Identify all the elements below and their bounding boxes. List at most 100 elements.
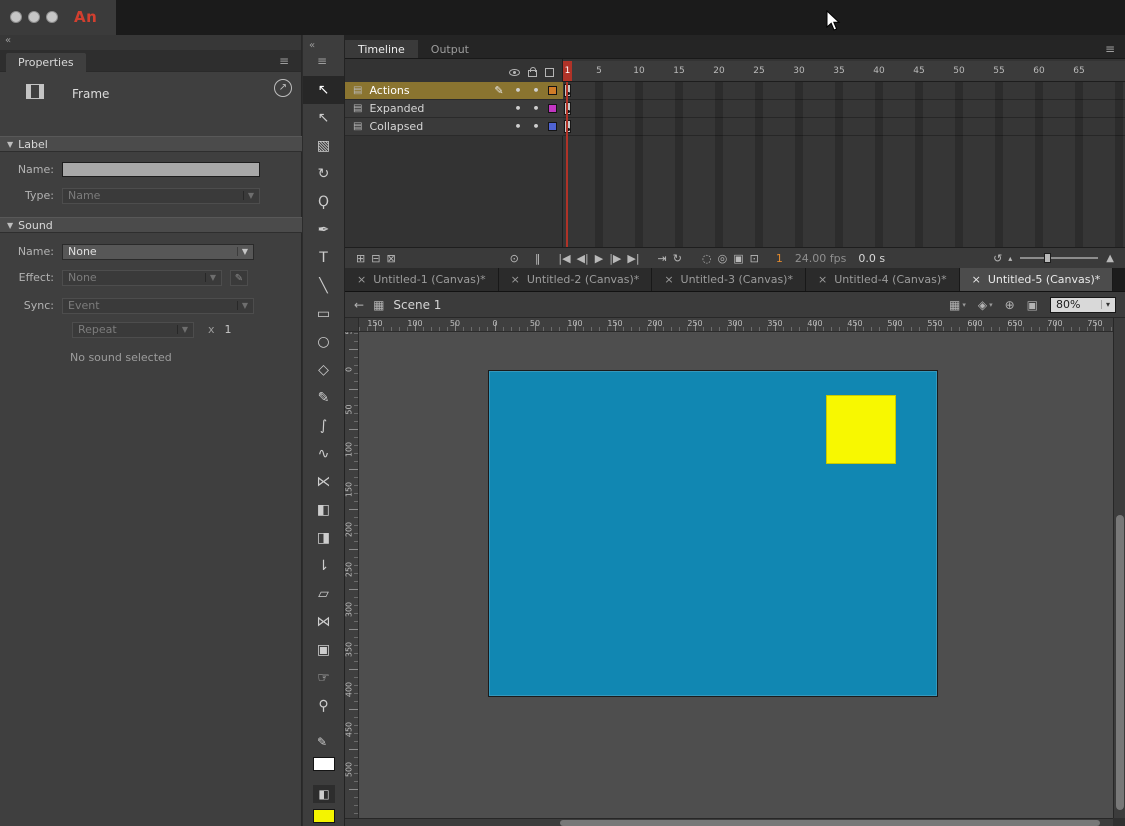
document-tab[interactable]: ×Untitled-3 (Canvas)* xyxy=(652,268,806,291)
subselection-tool[interactable]: ↖ xyxy=(303,104,344,132)
layer-visibility-dot[interactable]: • xyxy=(509,120,527,133)
paint-bucket-tool[interactable]: ◧ xyxy=(303,496,344,524)
close-icon[interactable]: × xyxy=(664,273,673,286)
free-transform-tool[interactable]: ▧ xyxy=(303,132,344,160)
new-folder-button[interactable]: ⊟ xyxy=(368,252,383,265)
text-tool[interactable]: T xyxy=(303,244,344,272)
paint-brush-tool[interactable]: ∿ xyxy=(303,440,344,468)
camera-tool[interactable]: ▣ xyxy=(303,636,344,664)
selection-tool[interactable]: ↖ xyxy=(303,76,344,104)
document-tab[interactable]: ×Untitled-5 (Canvas)* xyxy=(960,268,1114,291)
onion-skin-outlines-button[interactable]: ◎ xyxy=(715,252,731,265)
step-back-button[interactable]: ◀| xyxy=(574,252,592,265)
close-icon[interactable]: × xyxy=(818,273,827,286)
timeline-zoom-in-icon[interactable]: ▲ xyxy=(1103,253,1117,264)
horizontal-scrollbar-thumb[interactable] xyxy=(560,820,1100,826)
bone-tool[interactable]: ⋉ xyxy=(303,468,344,496)
tools-collapse-button[interactable]: « xyxy=(309,40,315,51)
go-to-last-frame-button[interactable]: ▶| xyxy=(624,252,642,265)
horizontal-scrollbar[interactable] xyxy=(345,818,1113,826)
width-tool[interactable]: ⋈ xyxy=(303,608,344,636)
go-to-first-frame-button[interactable]: |◀ xyxy=(555,252,573,265)
layer-visibility-dot[interactable]: • xyxy=(509,84,527,97)
edit-sound-envelope-button[interactable]: ✎ xyxy=(230,270,248,286)
stage[interactable] xyxy=(488,370,938,697)
sound-sync-dropdown[interactable]: Event ▼ xyxy=(62,298,254,314)
quick-action-button[interactable]: ↗ xyxy=(274,79,292,97)
play-button[interactable]: ▶ xyxy=(592,252,606,265)
layer-row-expanded[interactable]: ▤Expanded•• xyxy=(345,100,563,118)
close-icon[interactable]: × xyxy=(972,273,981,286)
layer-color-swatch[interactable] xyxy=(548,86,557,95)
close-icon[interactable]: × xyxy=(357,273,366,286)
delete-layer-button[interactable]: ⊠ xyxy=(383,252,398,265)
stroke-color-swatch[interactable] xyxy=(313,757,335,771)
layer-lock-dot[interactable]: • xyxy=(527,84,545,97)
edit-multiple-frames-button[interactable]: ▣ xyxy=(730,252,746,265)
outline-layers-toggle[interactable] xyxy=(541,68,557,77)
clip-content-button[interactable]: ▣ xyxy=(1027,298,1038,312)
timeline-panel-menu-icon[interactable]: ≡ xyxy=(1105,40,1125,58)
modify-markers-button[interactable]: ⊡ xyxy=(747,252,762,265)
frame-rate-value[interactable]: 24.00 fps xyxy=(795,252,847,265)
layer-visibility-dot[interactable]: • xyxy=(509,102,527,115)
label-name-input[interactable] xyxy=(62,162,260,177)
tools-panel-menu-icon[interactable]: ≡ xyxy=(317,54,327,68)
frame-grid[interactable] xyxy=(563,82,1125,247)
frame-grid-row[interactable] xyxy=(563,82,1125,100)
scene-name-label[interactable]: Scene 1 xyxy=(393,298,441,312)
step-forward-button[interactable]: |▶ xyxy=(606,252,624,265)
turnaround-button[interactable]: ⇥ xyxy=(655,252,670,265)
onion-skin-button[interactable]: ◌ xyxy=(699,252,715,265)
layer-row-actions[interactable]: ▤Actions✎•• xyxy=(345,82,563,100)
document-tab[interactable]: ×Untitled-2 (Canvas)* xyxy=(499,268,653,291)
loop-button[interactable]: ↻ xyxy=(670,252,685,265)
current-frame-value[interactable]: 1 xyxy=(776,252,783,265)
lock-layers-toggle[interactable] xyxy=(523,67,541,77)
lasso-tool[interactable]: Ϙ xyxy=(303,188,344,216)
canvas-area[interactable]: 1501005005010015020025030035040045050055… xyxy=(345,318,1113,818)
oval-tool[interactable]: ○ xyxy=(303,328,344,356)
frame-grid-row[interactable] xyxy=(563,100,1125,118)
label-section-header[interactable]: ▼ Label xyxy=(0,136,302,152)
horizontal-ruler[interactable]: 1501005005010015020025030035040045050055… xyxy=(345,318,1113,332)
tab-properties[interactable]: Properties xyxy=(6,53,86,72)
vertical-scrollbar[interactable] xyxy=(1113,318,1125,818)
line-tool[interactable]: ╲ xyxy=(303,272,344,300)
frame-ruler[interactable]: 1 5101520253035404550556065 xyxy=(563,61,1125,82)
center-frame-button[interactable]: ⊙ xyxy=(507,252,522,265)
close-icon[interactable]: × xyxy=(511,273,520,286)
new-layer-button[interactable]: ⊞ xyxy=(353,252,368,265)
rotation-tool[interactable]: ↻ xyxy=(303,160,344,188)
playhead-line[interactable] xyxy=(566,82,568,247)
edit-scene-button[interactable]: ▦ ▾ xyxy=(949,298,966,312)
document-tab[interactable]: ×Untitled-4 (Canvas)* xyxy=(806,268,960,291)
brush-tool[interactable]: ∫ xyxy=(303,412,344,440)
close-window-button[interactable] xyxy=(10,11,22,23)
zoom-tool[interactable]: ⚲ xyxy=(303,692,344,720)
zoom-window-button[interactable] xyxy=(46,11,58,23)
layer-color-swatch[interactable] xyxy=(548,122,557,131)
layer-lock-dot[interactable]: • xyxy=(527,102,545,115)
elapsed-time-value[interactable]: 0.0 s xyxy=(858,252,885,265)
layer-row-collapsed[interactable]: ▤Collapsed•• xyxy=(345,118,563,136)
fill-color-swatch[interactable] xyxy=(313,809,335,823)
sound-name-dropdown[interactable]: None ▼ xyxy=(62,244,254,260)
document-tab[interactable]: ×Untitled-1 (Canvas)* xyxy=(345,268,499,291)
layer-color-swatch[interactable] xyxy=(548,104,557,113)
eraser-tool[interactable]: ▱ xyxy=(303,580,344,608)
pencil-tool[interactable]: ✎ xyxy=(303,384,344,412)
back-arrow-icon[interactable]: ← xyxy=(354,298,364,312)
eyedropper-tool[interactable]: ⇂ xyxy=(303,552,344,580)
pen-tool[interactable]: ✒ xyxy=(303,216,344,244)
center-stage-button[interactable]: ⊕ xyxy=(1005,298,1015,312)
show-hide-layers-toggle[interactable] xyxy=(505,69,523,76)
ink-bottle-tool[interactable]: ◨ xyxy=(303,524,344,552)
properties-collapse-button[interactable]: « xyxy=(0,35,301,50)
frame-grid-row[interactable] xyxy=(563,118,1125,136)
timeline-zoom-slider-thumb[interactable] xyxy=(1044,253,1051,263)
minimize-window-button[interactable] xyxy=(28,11,40,23)
tab-output[interactable]: Output xyxy=(418,40,482,58)
sound-repeat-dropdown[interactable]: Repeat ▼ xyxy=(72,322,194,338)
polystar-tool[interactable]: ◇ xyxy=(303,356,344,384)
